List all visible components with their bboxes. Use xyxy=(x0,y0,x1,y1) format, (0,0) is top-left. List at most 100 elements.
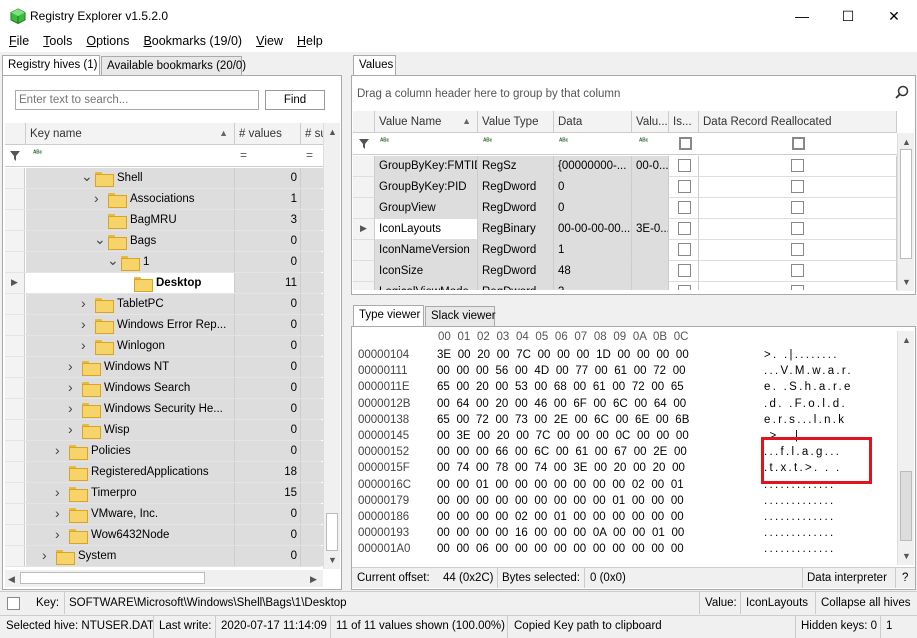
hex-bytes[interactable]: 65 00 20 00 53 00 68 00 61 00 72 00 65 xyxy=(437,381,684,393)
values-column[interactable]: # values xyxy=(235,123,301,145)
row-selector[interactable] xyxy=(5,462,25,482)
scroll-thumb[interactable] xyxy=(900,471,912,541)
scroll-left-arrow-icon[interactable]: ◀ xyxy=(8,574,15,585)
chevron-right-icon[interactable]: › xyxy=(55,442,65,458)
reallocated-checkbox[interactable] xyxy=(791,222,804,235)
is-deleted-checkbox[interactable] xyxy=(678,243,691,256)
row-selector[interactable]: ▶ xyxy=(353,219,375,240)
menu-help[interactable]: Help xyxy=(290,32,330,48)
hex-bytes[interactable]: 00 00 00 00 00 00 00 00 00 01 00 00 00 xyxy=(437,495,684,507)
chevron-right-icon[interactable]: › xyxy=(68,358,78,374)
menu-options[interactable]: Options xyxy=(79,32,136,48)
reallocated-filter-checkbox[interactable] xyxy=(792,137,805,150)
chevron-down-icon[interactable]: ⌄ xyxy=(81,168,93,184)
tab-values[interactable]: Values xyxy=(353,55,396,76)
is-deleted-checkbox[interactable] xyxy=(678,264,691,277)
tree-row[interactable]: › Windows Error Rep... 0 xyxy=(5,315,323,336)
hex-bytes[interactable]: 00 00 01 00 00 00 00 00 00 00 02 00 01 xyxy=(437,479,684,491)
hex-bytes[interactable]: 00 64 00 20 00 46 00 6F 00 6C 00 64 00 xyxy=(437,398,686,410)
tree-row[interactable]: BagMRU 3 xyxy=(5,210,323,231)
scroll-down-arrow-icon[interactable]: ▼ xyxy=(902,551,911,561)
values-vertical-scrollbar[interactable]: ▲ ▼ xyxy=(897,133,914,291)
h-scroll-thumb[interactable] xyxy=(20,572,205,584)
value-row[interactable]: IconSize RegDword 48 xyxy=(353,261,897,282)
hex-bytes[interactable]: 3E 00 20 00 7C 00 00 00 1D 00 00 00 00 xyxy=(437,349,689,361)
row-selector[interactable] xyxy=(353,282,375,290)
tree-row[interactable]: › Windows NT 0 xyxy=(5,357,323,378)
row-selector[interactable] xyxy=(353,261,375,282)
filter-funnel-icon[interactable] xyxy=(10,151,20,161)
reallocated-checkbox[interactable] xyxy=(791,243,804,256)
row-selector[interactable] xyxy=(5,189,25,209)
row-selector[interactable] xyxy=(353,240,375,261)
row-selector[interactable] xyxy=(5,546,25,566)
row-selector[interactable] xyxy=(5,420,25,440)
value-name-column[interactable]: Value Name ▲ xyxy=(375,111,478,133)
minimize-button[interactable]: — xyxy=(779,0,825,32)
hex-bytes[interactable]: 00 74 00 78 00 74 00 3E 00 20 00 20 00 xyxy=(437,462,685,474)
reallocated-checkbox[interactable] xyxy=(791,264,804,277)
is-deleted-checkbox[interactable] xyxy=(678,222,691,235)
tree-horizontal-scrollbar[interactable]: ◀ ▶ xyxy=(5,570,323,587)
tab-available-bookmarks[interactable]: Available bookmarks (20/0) xyxy=(101,56,246,76)
hex-ascii[interactable]: ............. xyxy=(764,495,835,507)
chevron-right-icon[interactable]: › xyxy=(55,484,65,500)
key-name-column[interactable]: Key name ▲ xyxy=(26,123,235,145)
scroll-right-arrow-icon[interactable]: ▶ xyxy=(310,574,317,585)
is-deleted-checkbox[interactable] xyxy=(678,180,691,193)
value-row[interactable]: GroupView RegDword 0 xyxy=(353,198,897,219)
value-slack-column[interactable]: Valu... xyxy=(632,111,669,133)
abc-filter-icon[interactable]: ᴬᴮᶜ xyxy=(483,138,492,145)
data-interpreter-button[interactable]: Data interpreter xyxy=(807,572,887,584)
row-selector[interactable] xyxy=(5,294,25,314)
abc-filter-icon[interactable]: ᴬᴮᶜ xyxy=(639,138,648,145)
menu-bookmarks[interactable]: Bookmarks (19/0) xyxy=(136,32,249,48)
hex-bytes[interactable]: 00 00 00 56 00 4D 00 77 00 61 00 72 00 xyxy=(437,365,686,377)
hex-bytes[interactable]: 00 00 06 00 00 00 00 00 00 00 00 00 00 xyxy=(437,543,684,555)
maximize-button[interactable]: ☐ xyxy=(825,0,871,32)
row-selector[interactable] xyxy=(5,315,25,335)
hex-bytes[interactable]: 00 3E 00 20 00 7C 00 00 00 0C 00 00 00 xyxy=(437,430,689,442)
menu-view[interactable]: View xyxy=(249,32,290,48)
search-input[interactable] xyxy=(15,90,259,110)
row-selector[interactable] xyxy=(5,231,25,251)
tree-row[interactable]: RegisteredApplications 18 xyxy=(5,462,323,483)
scroll-up-arrow-icon[interactable]: ▲ xyxy=(902,335,911,345)
value-row[interactable]: ▶ IconLayouts RegBinary 00-00-00-00... 3E-0.… xyxy=(353,219,897,240)
row-selector[interactable] xyxy=(5,210,25,230)
abc-filter-icon[interactable]: ᴬᴮᶜ xyxy=(380,138,389,145)
values-filter-equals-icon[interactable]: = xyxy=(240,148,247,162)
hex-vertical-scrollbar[interactable]: ▲ ▼ xyxy=(897,331,914,565)
chevron-right-icon[interactable]: › xyxy=(94,190,104,206)
hex-ascii[interactable]: ...V.M.w.a.r. xyxy=(764,365,853,377)
row-selector[interactable] xyxy=(353,177,375,198)
hex-bytes[interactable]: 00 00 00 00 16 00 00 00 0A 00 00 01 00 xyxy=(437,527,684,539)
row-selector[interactable] xyxy=(5,252,25,272)
find-button[interactable]: Find xyxy=(265,90,325,110)
data-record-reallocated-column[interactable]: Data Record Reallocated xyxy=(699,111,897,133)
tree-row[interactable]: › TabletPC 0 xyxy=(5,294,323,315)
tab-slack-viewer[interactable]: Slack viewer xyxy=(425,306,496,326)
tree-row[interactable]: ▶ Desktop 11 xyxy=(5,273,323,294)
chevron-right-icon[interactable]: › xyxy=(81,295,91,311)
value-row[interactable]: IconNameVersion RegDword 1 xyxy=(353,240,897,261)
is-deleted-checkbox[interactable] xyxy=(678,285,691,290)
tab-registry-hives[interactable]: Registry hives (1) xyxy=(2,55,100,76)
tree-row[interactable]: › Associations 1 xyxy=(5,189,323,210)
tree-row[interactable]: › Windows Security He... 0 xyxy=(5,399,323,420)
tree-row[interactable]: ⌄ 1 0 xyxy=(5,252,323,273)
reallocated-checkbox[interactable] xyxy=(791,285,804,290)
tree-row[interactable]: › Wow6432Node 0 xyxy=(5,525,323,546)
row-selector[interactable]: ▶ xyxy=(5,273,25,293)
row-selector[interactable] xyxy=(5,483,25,503)
tree-row[interactable]: › Winlogon 0 xyxy=(5,336,323,357)
tab-type-viewer[interactable]: Type viewer xyxy=(353,305,424,326)
scroll-down-arrow-icon[interactable]: ▼ xyxy=(328,555,337,565)
tree-row[interactable]: › Windows Search 0 xyxy=(5,378,323,399)
row-selector[interactable] xyxy=(5,441,25,461)
tree-row[interactable]: › Timerpro 15 xyxy=(5,483,323,504)
hex-ascii[interactable]: e. .S.h.a.r.e xyxy=(764,381,853,393)
scroll-thumb[interactable] xyxy=(900,149,912,259)
tree-vertical-scrollbar[interactable]: ▲ ▼ xyxy=(323,123,340,569)
scroll-down-arrow-icon[interactable]: ▼ xyxy=(902,277,911,287)
